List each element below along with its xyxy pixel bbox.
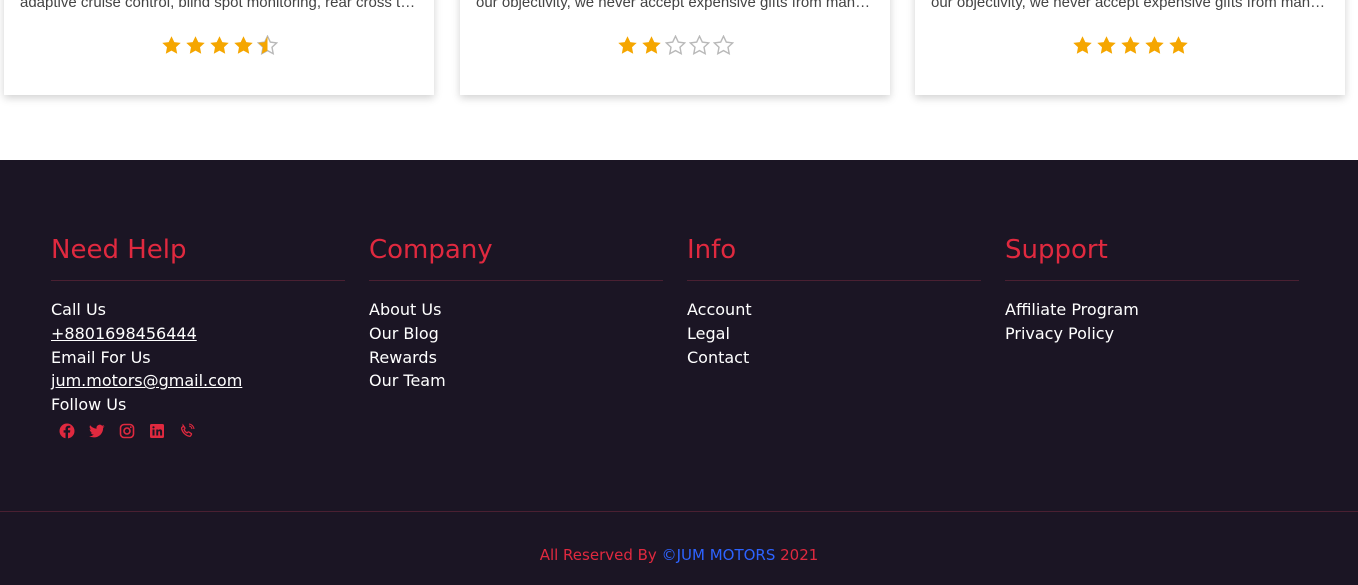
social-links (59, 423, 345, 439)
footer-heading: Support (1005, 230, 1299, 281)
linkedin-icon[interactable] (149, 423, 165, 439)
star-empty-icon (712, 34, 734, 56)
footer-link-contact[interactable]: Contact (687, 346, 981, 370)
copyright-year: 2021 (775, 546, 819, 564)
star-empty-icon (688, 34, 710, 56)
email-link[interactable]: jum.motors@gmail.com (51, 369, 345, 393)
footer-link-legal[interactable]: Legal (687, 322, 981, 346)
footer-support: Support Affiliate Program Privacy Policy (1005, 230, 1299, 346)
email-label: Email For Us (51, 347, 151, 367)
copyright-prefix: All Reserved By (539, 546, 662, 564)
footer-link-our-blog[interactable]: Our Blog (369, 322, 663, 346)
star-full-icon (209, 35, 230, 56)
footer-link-our-team[interactable]: Our Team (369, 369, 663, 393)
copyright-brand[interactable]: ©JUM MOTORS (662, 546, 776, 564)
footer-heading: Info (687, 230, 981, 281)
star-full-icon (1144, 35, 1165, 56)
star-full-icon (1072, 35, 1093, 56)
phone-icon[interactable] (179, 423, 195, 439)
footer-info: Info Account Legal Contact (687, 230, 981, 369)
review-text: our objectivity, we never accept expensi… (931, 0, 1329, 11)
site-footer: Need Help Call Us +8801698456444 Email F… (0, 160, 1358, 585)
star-rating (4, 34, 434, 56)
star-full-icon (161, 35, 182, 56)
phone-link[interactable]: +8801698456444 (51, 322, 345, 346)
follow-label: Follow Us (51, 395, 127, 415)
star-full-icon (233, 35, 254, 56)
footer-link-affiliate-program[interactable]: Affiliate Program (1005, 298, 1299, 322)
copyright-text: All Reserved By ©JUM MOTORS 2021 (0, 546, 1358, 564)
instagram-icon[interactable] (119, 423, 135, 439)
footer-company: Company About Us Our Blog Rewards Our Te… (369, 230, 663, 393)
footer-divider (0, 511, 1358, 512)
footer-need-help: Need Help Call Us +8801698456444 Email F… (51, 230, 345, 439)
footer-link-account[interactable]: Account (687, 298, 981, 322)
star-half-icon (256, 34, 278, 56)
star-rating (460, 34, 890, 56)
twitter-icon[interactable] (89, 423, 105, 439)
star-rating (915, 35, 1345, 56)
footer-link-privacy-policy[interactable]: Privacy Policy (1005, 322, 1299, 346)
reviews-section: adaptive cruise control, blind spot moni… (0, 0, 1358, 160)
review-card: adaptive cruise control, blind spot moni… (4, 0, 434, 95)
call-label: Call Us (51, 300, 106, 319)
footer-heading: Need Help (51, 230, 345, 281)
facebook-icon[interactable] (59, 423, 75, 439)
review-text: our objectivity, we never accept expensi… (476, 0, 874, 11)
star-empty-icon (664, 34, 686, 56)
footer-link-about-us[interactable]: About Us (369, 298, 663, 322)
star-full-icon (1120, 35, 1141, 56)
star-full-icon (641, 35, 662, 56)
footer-heading: Company (369, 230, 663, 281)
footer-link-rewards[interactable]: Rewards (369, 346, 663, 370)
star-full-icon (1096, 35, 1117, 56)
star-full-icon (617, 35, 638, 56)
review-text: adaptive cruise control, blind spot moni… (20, 0, 418, 11)
review-card: our objectivity, we never accept expensi… (915, 0, 1345, 95)
star-full-icon (1168, 35, 1189, 56)
star-full-icon (185, 35, 206, 56)
review-card: our objectivity, we never accept expensi… (460, 0, 890, 95)
